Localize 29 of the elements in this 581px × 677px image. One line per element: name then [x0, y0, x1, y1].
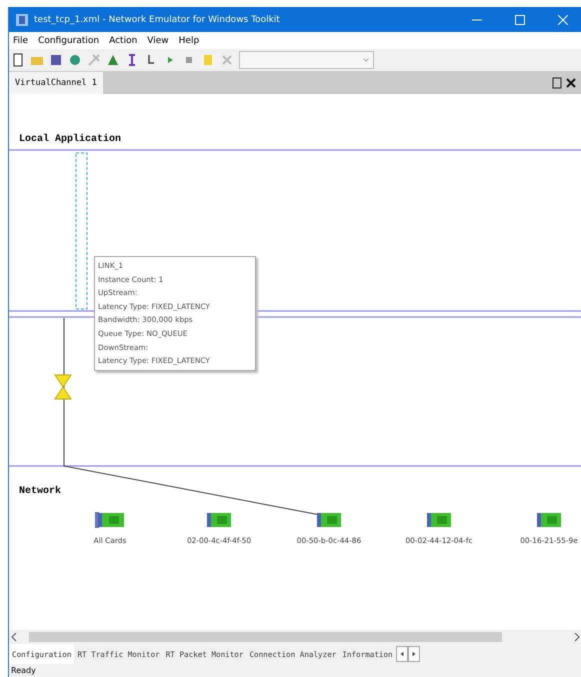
dropdown-field[interactable]: [239, 51, 374, 69]
window-title: test_tcp_1.xml - Network Emulator for Windows Toolkit: [34, 14, 281, 24]
close-icon[interactable]: [558, 14, 568, 24]
tab-left-button[interactable]: [396, 646, 408, 662]
maximize-icon[interactable]: [515, 14, 525, 24]
menu-item[interactable]: Action: [109, 36, 138, 46]
section-label: Network: [19, 486, 62, 497]
new-file-icon[interactable]: [11, 53, 25, 67]
menu-item[interactable]: View: [147, 36, 169, 46]
caret-icon: [362, 56, 370, 64]
close-icon[interactable]: [564, 76, 578, 90]
menu-item[interactable]: File: [13, 36, 28, 46]
globe-icon[interactable]: [68, 53, 82, 67]
page-icon[interactable]: [550, 76, 564, 90]
status-text: Ready: [11, 666, 36, 675]
network-card-icon[interactable]: [95, 512, 125, 528]
menu-item[interactable]: Configuration: [38, 36, 100, 46]
network-card-icon[interactable]: [427, 512, 451, 528]
scroll-right-icon[interactable]: [572, 633, 581, 641]
document-tab[interactable]: VirtualChannel 1: [9, 72, 103, 94]
network-card-icon[interactable]: [537, 512, 561, 528]
network-card-icon[interactable]: [317, 512, 341, 528]
tab-right-button[interactable]: [408, 646, 420, 662]
network-card-icon[interactable]: [207, 512, 231, 528]
scroll-left-icon[interactable]: [9, 633, 19, 641]
section-label: Local Application: [19, 134, 122, 145]
horizontal-scrollbar[interactable]: [9, 630, 581, 644]
app-icon: [15, 12, 29, 26]
menu-item[interactable]: Help: [178, 36, 200, 46]
